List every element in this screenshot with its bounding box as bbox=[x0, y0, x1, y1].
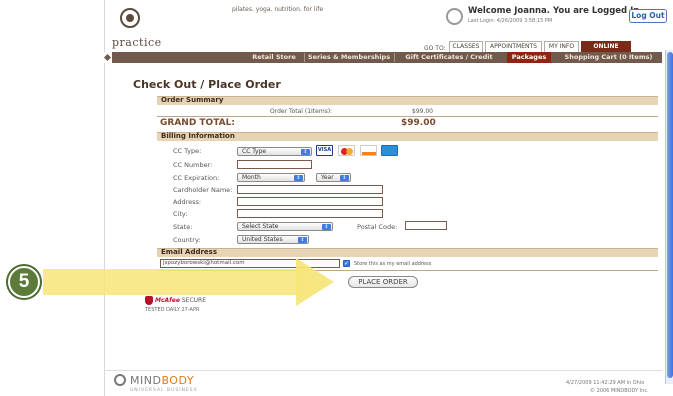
chevron-down-icon: ⇕ bbox=[322, 224, 331, 230]
store-email-checkbox[interactable]: ✓ bbox=[343, 260, 350, 267]
chevron-down-icon: ⇕ bbox=[340, 175, 349, 181]
grand-total-value: $99.00 bbox=[401, 118, 436, 128]
welcome-message: Welcome Joanna. You are Logged In. bbox=[468, 6, 643, 16]
city-input[interactable] bbox=[237, 209, 383, 218]
cc-type-select[interactable]: CC Type ⇕ bbox=[237, 147, 312, 156]
place-order-button[interactable]: PLACE ORDER bbox=[348, 276, 418, 288]
postal-code-label: Postal Code: bbox=[357, 223, 398, 231]
country-value: United States bbox=[242, 236, 283, 243]
mastercard-icon bbox=[338, 145, 355, 156]
mcafee-secure-text: SECURE bbox=[181, 297, 206, 304]
tab-online-store[interactable]: ONLINE STORE bbox=[581, 41, 631, 60]
amex-card-icon bbox=[381, 145, 398, 156]
mindbody-subtitle: UNIVERSAL BUSINESS bbox=[130, 388, 198, 393]
tagline: pilates. yoga. nutrition. for life bbox=[232, 6, 324, 13]
cc-expiration-label: CC Expiration: bbox=[173, 174, 220, 182]
mindbody-logo: MINDBODY bbox=[130, 374, 194, 387]
callout-arrow-head-icon bbox=[296, 258, 334, 306]
nav-corner-icon bbox=[104, 52, 112, 63]
cardholder-input[interactable] bbox=[237, 185, 383, 194]
cc-type-value: CC Type bbox=[242, 148, 267, 155]
practice-logo-icon bbox=[120, 8, 140, 28]
cc-number-label: CC Number: bbox=[173, 161, 213, 169]
nav-gift-certificates[interactable]: Gift Certificates / Credit bbox=[396, 52, 502, 63]
page-title: Check Out / Place Order bbox=[133, 78, 281, 91]
chevron-down-icon: ⇕ bbox=[301, 149, 310, 155]
city-label: City: bbox=[173, 210, 188, 218]
month-value: Month bbox=[242, 174, 261, 181]
screenshot-root: practice pilates. yoga. nutrition. for l… bbox=[0, 0, 673, 396]
email-header bbox=[157, 248, 658, 257]
step-number-badge: 5 bbox=[8, 266, 40, 298]
mcafee-secure-badge[interactable]: McAfee SECURE bbox=[155, 297, 206, 304]
brand-mind: MIND bbox=[130, 374, 162, 387]
chevron-down-icon: ⇕ bbox=[298, 237, 307, 243]
nav-shopping-cart[interactable]: Shopping Cart (0 Items) bbox=[555, 52, 662, 63]
month-select[interactable]: Month ⇕ bbox=[237, 173, 305, 182]
address-label: Address: bbox=[173, 198, 202, 206]
order-total-label: Order Total (1Items): bbox=[270, 108, 333, 115]
tab-classes[interactable]: CLASSES bbox=[449, 41, 483, 52]
practice-logo-text: practice bbox=[112, 36, 162, 49]
callout-arrow-body bbox=[43, 269, 303, 295]
nav-series-memberships[interactable]: Series & Memberships bbox=[306, 52, 392, 63]
visa-card-icon: VISA bbox=[316, 145, 333, 156]
discover-card-icon bbox=[360, 145, 377, 156]
vertical-scrollbar[interactable] bbox=[665, 50, 673, 384]
chevron-down-icon: ⇕ bbox=[294, 175, 303, 181]
footer-divider bbox=[104, 370, 662, 371]
log-out-button[interactable]: Log Out bbox=[629, 9, 667, 23]
divider bbox=[157, 116, 658, 117]
country-select[interactable]: United States ⇕ bbox=[237, 235, 309, 244]
nav-divider bbox=[394, 53, 395, 62]
order-summary-header bbox=[157, 96, 658, 105]
country-label: Country: bbox=[173, 236, 201, 244]
nav-packages[interactable]: Packages bbox=[507, 52, 551, 63]
mindbody-logo-icon bbox=[114, 374, 126, 386]
year-select[interactable]: Year ⇕ bbox=[316, 173, 351, 182]
postal-code-input[interactable] bbox=[405, 221, 447, 230]
email-label: Email Address bbox=[161, 248, 218, 256]
mcafee-shield-icon bbox=[145, 296, 153, 305]
state-select[interactable]: Select State ⇕ bbox=[237, 222, 333, 231]
address-input[interactable] bbox=[237, 197, 383, 206]
scrollbar-thumb[interactable] bbox=[667, 52, 673, 378]
state-label: State: bbox=[173, 223, 193, 231]
footer-timestamp: 4/27/2009 11:42:29 AM in Ohio bbox=[566, 380, 645, 386]
brand-body: BODY bbox=[161, 374, 195, 387]
cc-number-input[interactable] bbox=[237, 160, 312, 169]
tab-appointments[interactable]: APPOINTMENTS bbox=[485, 41, 542, 52]
cardholder-label: Cardholder Name: bbox=[173, 186, 233, 194]
state-value: Select State bbox=[242, 223, 279, 230]
nav-retail-store[interactable]: Retail Store bbox=[246, 52, 302, 63]
nav-divider bbox=[304, 53, 305, 62]
user-status-icon bbox=[446, 8, 463, 25]
goto-label: GO TO: bbox=[424, 45, 446, 52]
order-summary-label: Order Summary bbox=[161, 96, 224, 104]
order-total-value: $99.00 bbox=[412, 108, 433, 115]
store-email-label: Store this as my email address bbox=[354, 261, 432, 267]
year-value: Year bbox=[321, 174, 334, 181]
tab-my-info[interactable]: MY INFO bbox=[544, 41, 579, 52]
last-login: Last Login: 4/26/2009 3:58:15 PM bbox=[468, 18, 553, 24]
tested-daily: TESTED DAILY 27-APR bbox=[145, 307, 200, 313]
billing-label: Billing Information bbox=[161, 132, 235, 140]
grand-total-label: GRAND TOTAL: bbox=[160, 118, 235, 128]
footer-copyright: © 2006 MINDBODY Inc. bbox=[590, 388, 649, 394]
mcafee-brand: McAfee bbox=[155, 297, 180, 304]
cc-type-label: CC Type: bbox=[173, 147, 202, 155]
